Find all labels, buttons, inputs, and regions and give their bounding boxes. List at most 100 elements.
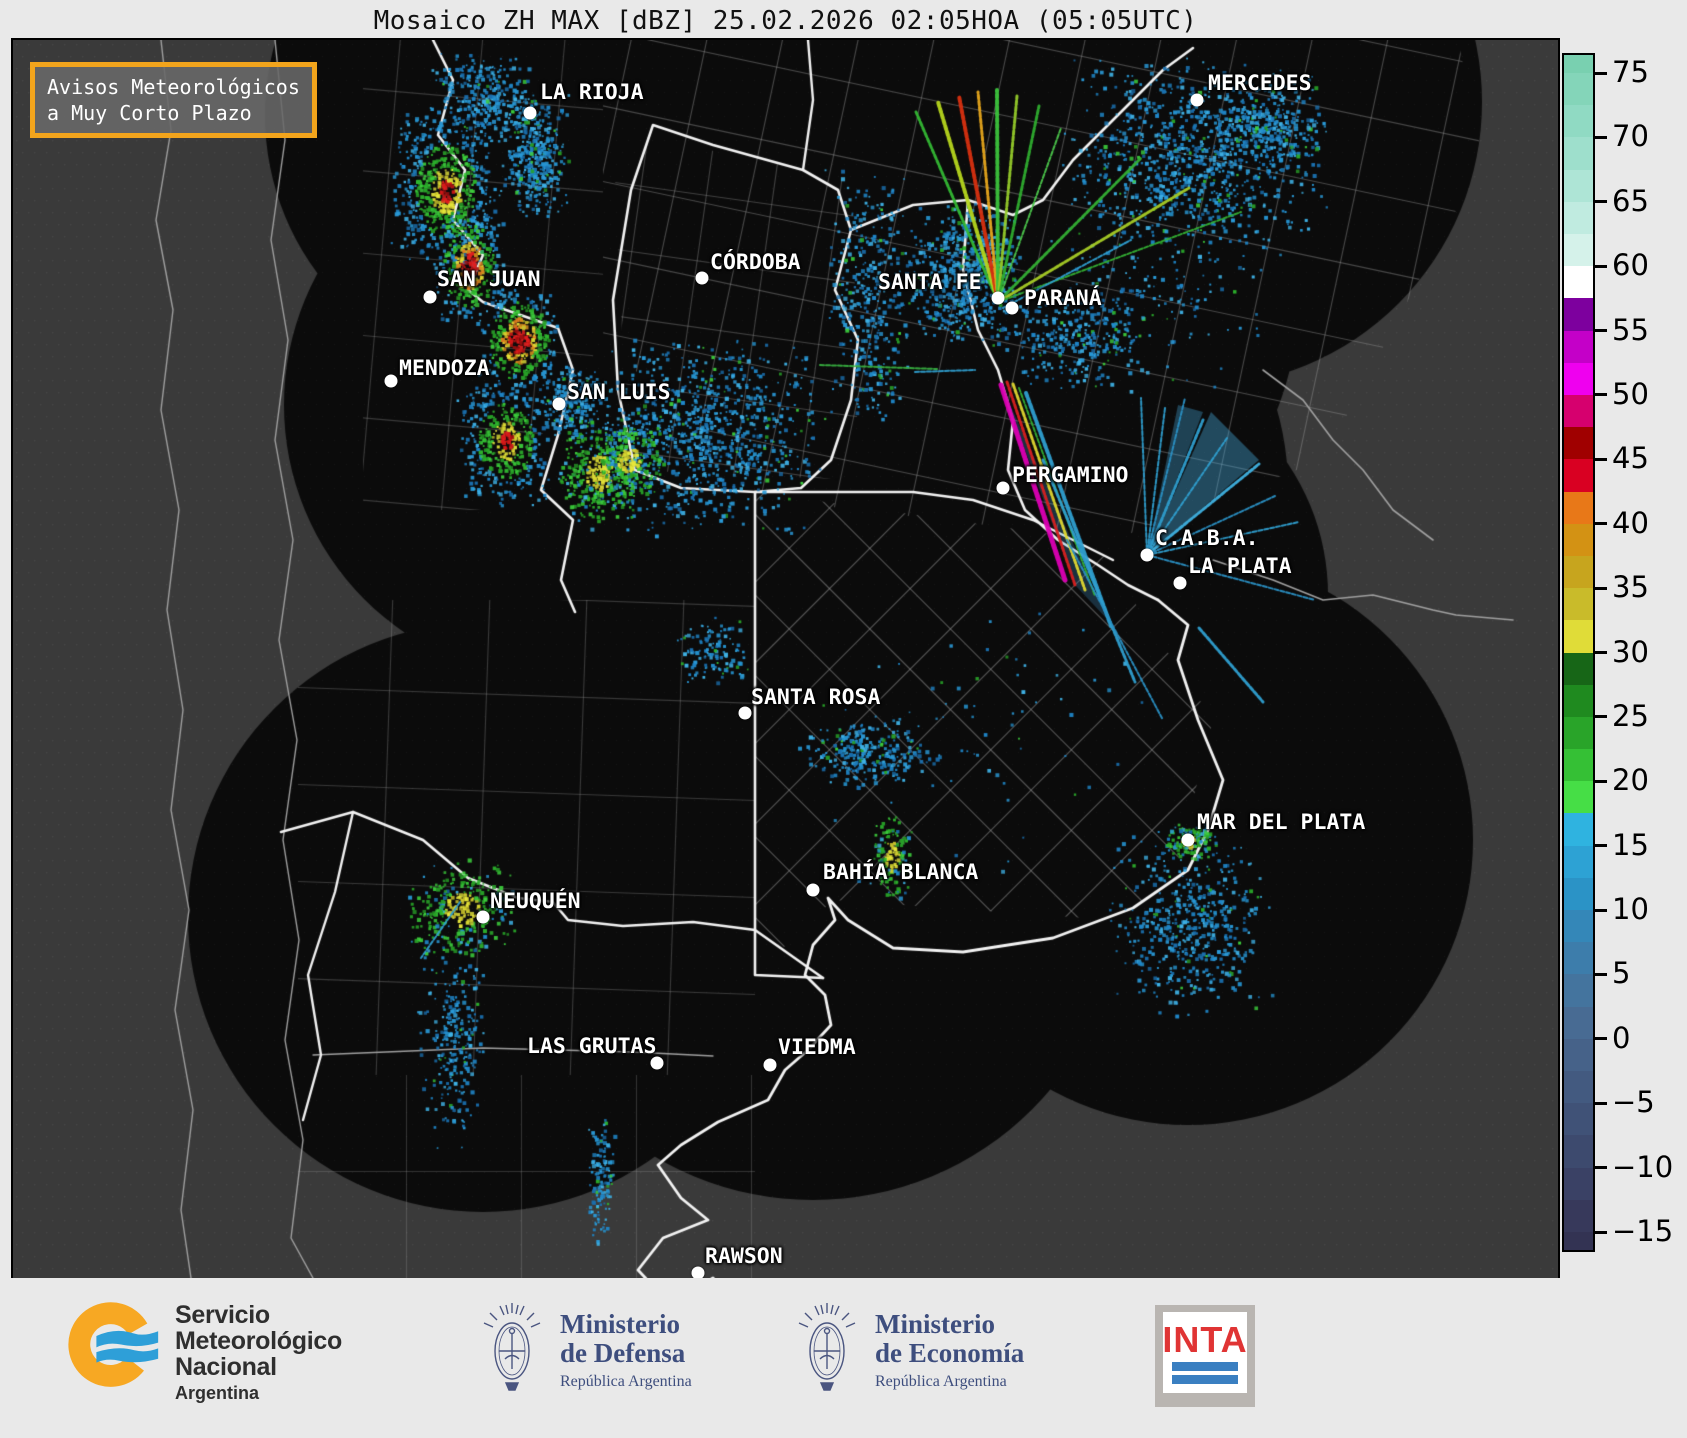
colorbar-tick-label: 50	[1612, 376, 1649, 411]
colorbar-tick-label: 40	[1612, 505, 1649, 540]
footer: Servicio Meteorológico Nacional Argentin…	[0, 1278, 1687, 1438]
colorbar-segment	[1564, 813, 1593, 847]
colorbar-segment	[1564, 781, 1593, 814]
colorbar-tick-label: 75	[1612, 55, 1649, 89]
colorbar-segment	[1564, 974, 1593, 1008]
city-dot	[991, 291, 1005, 305]
warning-line-2: a Muy Corto Plazo	[47, 101, 252, 125]
city-dot	[476, 910, 490, 924]
colorbar-tick-label: 70	[1612, 119, 1649, 154]
colorbar-tick-label: 55	[1612, 312, 1649, 347]
colorbar-segment	[1564, 620, 1593, 653]
colorbar-tick	[1595, 135, 1607, 139]
colorbar-tick-label: 30	[1612, 634, 1649, 669]
city-label: PERGAMINO	[1012, 463, 1129, 488]
colorbar-segment	[1564, 1232, 1593, 1250]
city-label: LAS GRUTAS	[527, 1034, 657, 1059]
colorbar-segment	[1564, 523, 1593, 557]
city-label: VIEDMA	[778, 1035, 856, 1060]
radar-canvas	[13, 40, 1558, 1278]
colorbar-tick-label: −10	[1612, 1149, 1674, 1184]
city-label: PARANÁ	[1024, 286, 1102, 311]
smn-line: Servicio	[175, 1301, 270, 1329]
radar-product-page: { "title": "Mosaico ZH MAX [dBZ] 25.02.2…	[0, 0, 1687, 1438]
colorbar-tick-label: −15	[1612, 1214, 1674, 1249]
city-label: SAN JUAN	[437, 267, 541, 292]
colorbar-segment	[1564, 427, 1593, 460]
city-label: CÓRDOBA	[710, 250, 801, 275]
smn-line: Meteorológico	[175, 1327, 342, 1355]
colorbar-tick-label: 20	[1612, 763, 1649, 798]
colorbar-tick	[1595, 1037, 1607, 1041]
colorbar-segment	[1564, 555, 1593, 589]
colorbar-segment	[1564, 1199, 1593, 1233]
city-label: LA RIOJA	[540, 80, 644, 105]
colorbar-segment	[1564, 1006, 1593, 1040]
city-label: MERCEDES	[1208, 71, 1312, 96]
city-dot	[552, 397, 566, 411]
colorbar-tick-label: 0	[1612, 1020, 1631, 1055]
inta-wordmark: INTA	[1162, 1318, 1248, 1360]
coat-of-arms-icon	[798, 1303, 856, 1391]
colorbar-tick	[1595, 972, 1607, 976]
colorbar-tick-label: 25	[1612, 698, 1649, 733]
warning-banner[interactable]: Avisos Meteorológicos a Muy Corto Plazo	[30, 62, 317, 138]
city-dot	[523, 106, 537, 120]
colorbar-segment	[1564, 749, 1593, 782]
colorbar-segment	[1564, 1103, 1593, 1136]
colorbar-segment	[1564, 266, 1593, 299]
colorbar-tick-label: 45	[1612, 441, 1649, 476]
colorbar-segment	[1564, 55, 1593, 74]
city-label: MENDOZA	[399, 356, 490, 381]
colorbar-tick-label: 10	[1612, 892, 1649, 927]
inta-logo: INTA	[1155, 1305, 1255, 1407]
colorbar-tick	[1595, 393, 1607, 397]
colorbar-tick	[1595, 586, 1607, 590]
colorbar-tick-label: 15	[1612, 827, 1649, 862]
inta-bar	[1172, 1361, 1238, 1371]
colorbar-segment	[1564, 877, 1593, 911]
colorbar-segment	[1564, 910, 1593, 943]
colorbar-segment	[1564, 1071, 1593, 1104]
colorbar-tick	[1595, 779, 1607, 783]
coat-of-arms-icon	[483, 1303, 541, 1391]
colorbar-tick	[1595, 329, 1607, 333]
colorbar-segment	[1564, 1167, 1593, 1201]
city-dot	[1005, 301, 1019, 315]
colorbar-segment	[1564, 105, 1593, 138]
smn-logo: Servicio Meteorológico Nacional Argentin…	[66, 1298, 342, 1404]
colorbar-segment	[1564, 233, 1593, 267]
city-label: LA PLATA	[1188, 554, 1292, 579]
smn-line: Argentina	[175, 1383, 260, 1403]
colorbar-segment	[1564, 201, 1593, 235]
colorbar-segment	[1564, 942, 1593, 975]
warning-line-1: Avisos Meteorológicos	[47, 75, 300, 99]
ministerio-defensa-logo: Ministerio de Defensa República Argentin…	[480, 1292, 692, 1410]
colorbar-tick-label: 65	[1612, 183, 1649, 218]
ministerio-economia-logo: Ministerio de Economía República Argenti…	[795, 1292, 1024, 1410]
city-dot	[996, 481, 1010, 495]
colorbar-tick	[1595, 844, 1607, 848]
city-dot	[384, 374, 398, 388]
city-dot	[738, 706, 752, 720]
city-dot	[691, 1266, 705, 1278]
ministry-subline: República Argentina	[875, 1373, 1007, 1390]
city-dot	[695, 271, 709, 285]
colorbar-tick	[1595, 908, 1607, 912]
ministry-line: Ministerio	[875, 1309, 995, 1339]
inta-inner: INTA	[1162, 1312, 1248, 1393]
colorbar-segment	[1564, 330, 1593, 364]
colorbar-tick	[1595, 1101, 1607, 1105]
smn-wordmark: Servicio Meteorológico Nacional Argentin…	[175, 1302, 342, 1404]
city-dot	[423, 290, 437, 304]
colorbar-tick	[1595, 457, 1607, 461]
city-dot	[1190, 93, 1204, 107]
colorbar-segment	[1564, 1038, 1593, 1072]
colorbar-tick	[1595, 522, 1607, 526]
city-label: SAN LUIS	[567, 380, 671, 405]
colorbar-tick-label: 35	[1612, 570, 1649, 605]
city-label: C.A.B.A.	[1155, 526, 1259, 551]
colorbar-segment	[1564, 845, 1593, 879]
ministry-line: Ministerio	[560, 1309, 680, 1339]
colorbar-tick	[1595, 1166, 1607, 1170]
